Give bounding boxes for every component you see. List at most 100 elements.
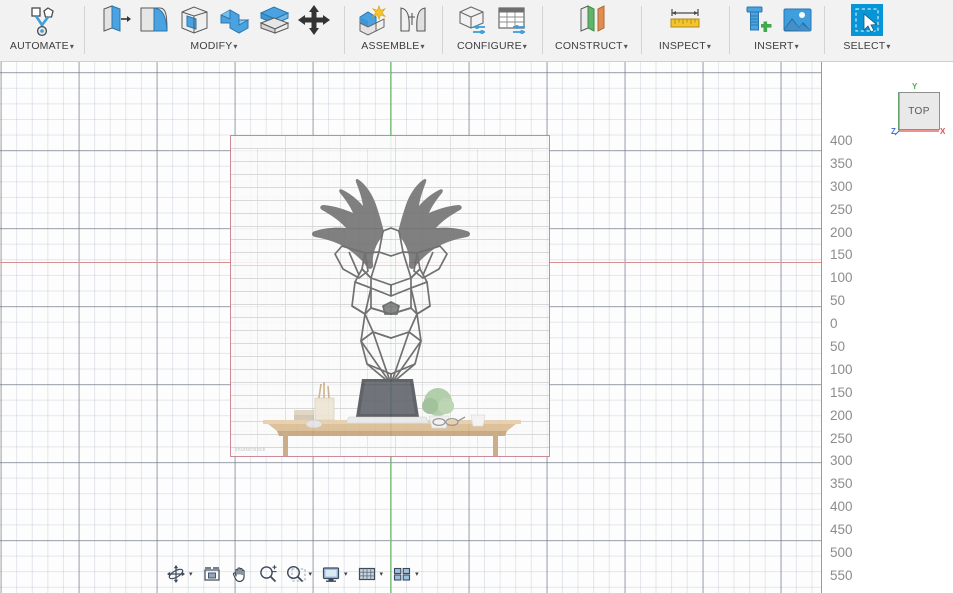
- chevron-down-icon[interactable]: ▾: [309, 570, 313, 578]
- select-icon[interactable]: [848, 1, 886, 39]
- shell-icon[interactable]: [175, 1, 213, 39]
- ruler-tick: 250: [830, 431, 853, 446]
- view-cube-x-axis-label: X: [940, 127, 946, 136]
- view-cube-z-axis-label: Z: [891, 127, 896, 136]
- canvas-image-icon[interactable]: [778, 1, 816, 39]
- grid-snaps-icon[interactable]: [355, 562, 379, 586]
- ruler-tick: 100: [830, 270, 853, 285]
- move-copy-icon[interactable]: [295, 1, 333, 39]
- view-cube-y-axis-label: Y: [912, 82, 918, 91]
- combine-icon[interactable]: [215, 1, 253, 39]
- ruler-tick: 500: [830, 545, 853, 560]
- ruler-tick: 100: [830, 362, 853, 377]
- chevron-down-icon: ▾: [522, 42, 528, 51]
- automate-label-text: AUTOMATE: [9, 40, 69, 52]
- chevron-down-icon: ▾: [233, 42, 238, 51]
- nav-item-orbit: ▾: [162, 562, 198, 586]
- configuration-icon[interactable]: [453, 1, 491, 39]
- zoom-icon[interactable]: [256, 562, 280, 586]
- orbit-icon[interactable]: [164, 562, 188, 586]
- main-toolbar: AUTOMATE▾ MODIFY▾ ASSEMBLE▾ CONFIGURE▾ C…: [0, 0, 953, 62]
- ruler-tick: 250: [830, 202, 853, 217]
- toolbar-group-assemble-label[interactable]: ASSEMBLE▾: [361, 40, 424, 55]
- toolbar-group-configure-label[interactable]: CONFIGURE▾: [457, 40, 527, 55]
- toolbar-group-insert-icons: [738, 0, 816, 40]
- chevron-down-icon[interactable]: ▾: [380, 570, 384, 578]
- offset-plane-icon[interactable]: [573, 1, 611, 39]
- select-label-text: SELECT: [843, 40, 886, 52]
- chevron-down-icon: ▾: [794, 42, 799, 51]
- joint-icon[interactable]: [394, 1, 432, 39]
- ruler-tick: 150: [830, 385, 853, 400]
- configuration-table-icon[interactable]: [493, 1, 531, 39]
- toolbar-group-select-icons: [848, 0, 886, 40]
- chevron-down-icon: ▾: [69, 42, 75, 51]
- ruler-tick: 150: [830, 247, 853, 262]
- automate-icon[interactable]: [23, 1, 61, 39]
- inspect-label-text: INSPECT: [658, 40, 706, 52]
- canvas-image-reference[interactable]: shutterstock: [230, 135, 550, 457]
- chevron-down-icon: ▾: [706, 42, 712, 51]
- nav-item-grid-snaps: ▾: [353, 562, 389, 586]
- insert-label-text: INSERT: [754, 40, 794, 52]
- ruler-tick: 0: [830, 316, 838, 331]
- toolbar-group-modify-label[interactable]: MODIFY▾: [190, 40, 237, 55]
- display-settings-icon[interactable]: [319, 562, 343, 586]
- design-viewport[interactable]: shutterstock: [0, 62, 821, 593]
- fillet-icon[interactable]: [135, 1, 173, 39]
- ruler-tick: 450: [830, 522, 853, 537]
- toolbar-group-assemble-icons: [354, 0, 432, 40]
- image-watermark: shutterstock: [235, 447, 266, 453]
- toolbar-group-construct-icons: [573, 0, 611, 40]
- nav-item-zoom: [254, 562, 282, 586]
- construct-label-text: CONSTRUCT: [555, 40, 623, 52]
- desk-scene: [263, 379, 521, 456]
- chevron-down-icon[interactable]: ▾: [415, 570, 419, 578]
- zoom-window-icon[interactable]: [284, 562, 308, 586]
- nav-item-display-settings: ▾: [317, 562, 353, 586]
- chevron-down-icon: ▾: [420, 42, 425, 51]
- chevron-down-icon[interactable]: ▾: [344, 570, 348, 578]
- toolbar-group-construct: CONSTRUCT▾: [542, 0, 641, 61]
- ruler-tick: 200: [830, 225, 853, 240]
- toolbar-group-insert-label[interactable]: INSERT▾: [754, 40, 799, 55]
- nav-item-zoom-window: ▾: [282, 562, 318, 586]
- insert-mcmaster-icon[interactable]: [738, 1, 776, 39]
- ruler-tick: 300: [830, 179, 853, 194]
- toolbar-group-configure: CONFIGURE▾: [442, 0, 542, 61]
- toolbar-group-construct-label[interactable]: CONSTRUCT▾: [555, 40, 628, 55]
- look-at-icon[interactable]: [200, 562, 224, 586]
- modify-label-text: MODIFY: [190, 40, 233, 52]
- ruler-tick: 350: [830, 156, 853, 171]
- toolbar-group-automate: AUTOMATE▾: [0, 0, 84, 61]
- navigation-bar: ▾ ▾ ▾ ▾ ▾: [162, 561, 424, 587]
- view-cube-axis-triad: [894, 93, 939, 136]
- ruler-tick: 50: [830, 293, 846, 308]
- toolbar-group-select-label[interactable]: SELECT▾: [843, 40, 890, 55]
- split-face-icon[interactable]: [255, 1, 293, 39]
- press-pull-icon[interactable]: [95, 1, 133, 39]
- nav-item-pan: [226, 562, 254, 586]
- toolbar-group-automate-label[interactable]: AUTOMATE▾: [10, 40, 74, 55]
- ruler-tick: 50: [830, 339, 846, 354]
- new-component-icon[interactable]: [354, 1, 392, 39]
- toolbar-group-configure-icons: [453, 0, 531, 40]
- ruler-tick: 350: [830, 476, 853, 491]
- ruler-tick: 400: [830, 133, 853, 148]
- view-cube[interactable]: TOP Y X Z: [891, 82, 946, 137]
- toolbar-group-automate-icons: [23, 0, 61, 40]
- pan-hand-icon[interactable]: [228, 562, 252, 586]
- chevron-down-icon: ▾: [623, 42, 628, 51]
- fusion-app-window: AUTOMATE▾ MODIFY▾ ASSEMBLE▾ CONFIGURE▾ C…: [0, 0, 953, 593]
- toolbar-group-insert: INSERT▾: [729, 0, 824, 61]
- toolbar-group-modify-icons: [95, 0, 333, 40]
- measure-icon[interactable]: [666, 1, 704, 39]
- viewports-icon[interactable]: [390, 562, 414, 586]
- toolbar-group-inspect: INSPECT▾: [641, 0, 729, 61]
- ruler-tick: 400: [830, 499, 853, 514]
- toolbar-group-inspect-icons: [666, 0, 704, 40]
- chevron-down-icon[interactable]: ▾: [189, 570, 193, 578]
- ruler-tick: 300: [830, 453, 853, 468]
- nav-item-look-at: [198, 562, 226, 586]
- toolbar-group-inspect-label[interactable]: INSPECT▾: [659, 40, 711, 55]
